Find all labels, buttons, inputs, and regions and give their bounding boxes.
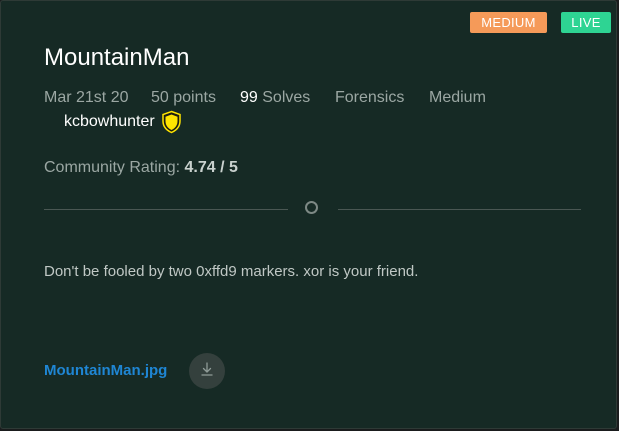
challenge-card: MEDIUM LIVE MountainMan Mar 21st 20 50 p… <box>0 0 617 429</box>
challenge-title: MountainMan <box>44 44 190 71</box>
download-button[interactable] <box>189 353 225 389</box>
divider-circle-icon <box>305 201 318 214</box>
challenge-date: Mar 21st 20 <box>44 89 129 106</box>
attachment-link[interactable]: MountainMan.jpg <box>44 362 167 379</box>
download-icon <box>199 361 215 382</box>
status-badge: LIVE <box>561 12 611 33</box>
challenge-category: Forensics <box>335 89 405 106</box>
rating-label: Community Rating: <box>44 159 185 176</box>
divider-left <box>44 209 288 210</box>
challenge-points: 50 points <box>151 89 216 106</box>
solves-count: 99 <box>240 89 258 106</box>
community-rating: Community Rating: 4.74 / 5 <box>44 159 238 177</box>
shield-icon <box>161 110 182 134</box>
divider-right <box>338 209 581 210</box>
challenge-difficulty: Medium <box>429 89 486 106</box>
difficulty-badge: MEDIUM <box>470 12 547 33</box>
challenge-description: Don't be fooled by two 0xffd9 markers. x… <box>44 263 419 280</box>
rating-value: 4.74 / 5 <box>184 159 238 176</box>
challenge-solves: 99 Solves <box>240 89 310 107</box>
solves-label: Solves <box>257 89 311 106</box>
challenge-author[interactable]: kcbowhunter <box>64 113 155 131</box>
